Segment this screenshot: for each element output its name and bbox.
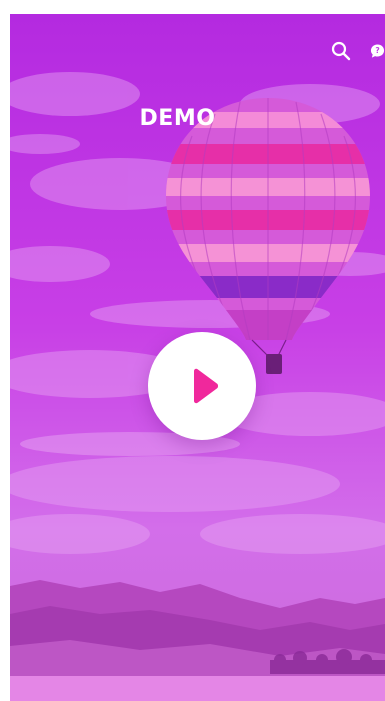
page-title: DEMO [139, 106, 216, 131]
top-bar: ? [328, 38, 385, 64]
help-bubble-icon: ? [370, 44, 385, 58]
play-button[interactable] [148, 332, 256, 440]
help-button[interactable]: ? [370, 38, 385, 64]
svg-text:?: ? [375, 46, 379, 55]
search-button[interactable] [328, 38, 354, 64]
app-screen: ? DEMO [10, 14, 385, 701]
play-icon [194, 368, 219, 404]
search-icon [331, 41, 351, 61]
